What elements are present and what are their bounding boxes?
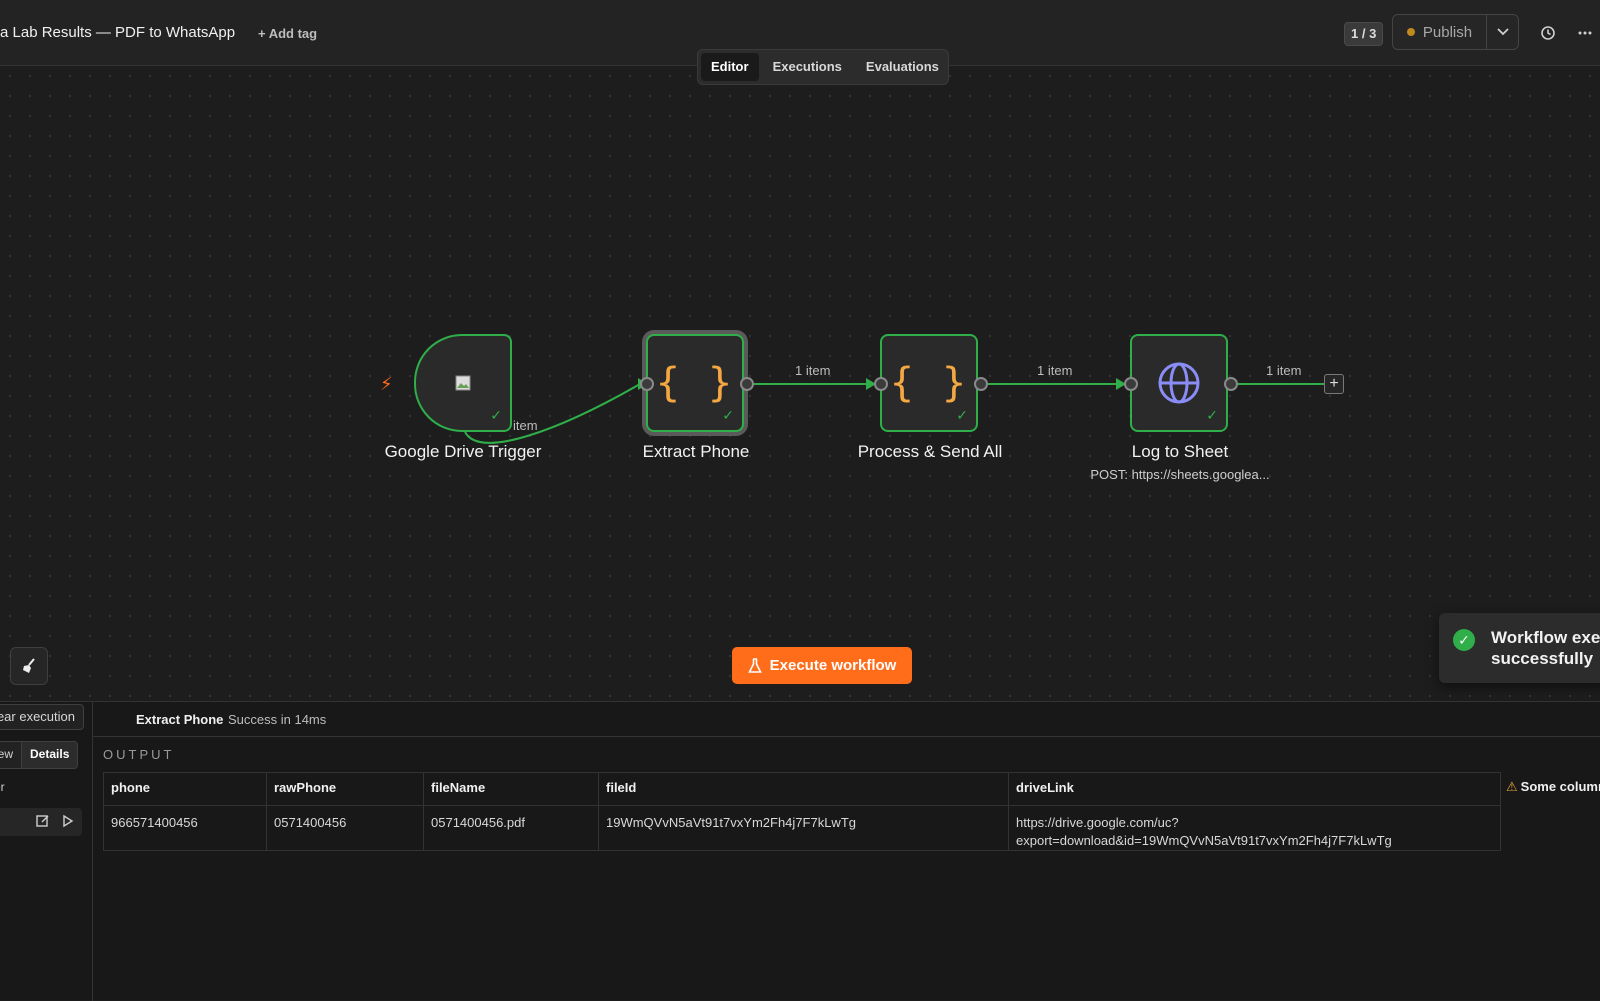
warning-label: Some column <box>1520 779 1600 794</box>
trigger-row[interactable] <box>0 808 82 836</box>
execute-workflow-button[interactable]: Execute workflow <box>732 647 912 684</box>
edge-item-count: 1 item <box>795 363 831 378</box>
toast-line: Workflow exe <box>1491 628 1600 647</box>
clear-execution-button[interactable]: ear execution <box>0 704 84 730</box>
node-extract-phone[interactable]: { } ✓ <box>646 334 744 432</box>
success-check-icon: ✓ <box>722 407 734 423</box>
view-tabs: Editor Executions Evaluations <box>697 49 949 85</box>
edge-item-count: 1 item <box>1037 363 1073 378</box>
success-check-icon: ✓ <box>1453 629 1475 651</box>
drive-link-line: https://drive.google.com/uc? <box>1016 815 1179 830</box>
drive-link-line: export=download&id=19WmQVvN5aVt91t7vxYm2… <box>1016 833 1392 848</box>
overview-tab[interactable]: view <box>0 742 21 768</box>
tab-evaluations[interactable]: Evaluations <box>856 53 949 81</box>
node-google-drive-trigger[interactable]: ✓ <box>414 334 512 432</box>
broom-icon <box>23 658 35 673</box>
column-header[interactable]: fileName <box>423 772 599 806</box>
column-header[interactable]: fileId <box>598 772 1009 806</box>
run-status: Success in 14ms <box>228 712 327 727</box>
trigger-bolt-icon: ⚡ <box>380 374 393 394</box>
success-check-icon: ✓ <box>490 407 502 423</box>
table-header-row: phone rawPhone fileName fileId driveLink <box>103 772 1501 806</box>
warning-icon: ⚠ <box>1506 779 1518 794</box>
node-log-to-sheet[interactable]: ✓ <box>1130 334 1228 432</box>
add-node-button[interactable]: + <box>1324 374 1344 394</box>
edit-icon[interactable] <box>36 814 50 831</box>
success-check-icon: ✓ <box>1206 407 1218 423</box>
output-port[interactable] <box>1224 377 1238 391</box>
output-table: phone rawPhone fileName fileId driveLink… <box>103 772 1501 851</box>
column-header[interactable]: driveLink <box>1008 772 1501 806</box>
edge-item-count: 1 item <box>1266 363 1302 378</box>
details-tab[interactable]: Details <box>21 742 78 768</box>
node-label: Process & Send All <box>857 442 1003 461</box>
hidden-columns-warning[interactable]: ⚠ Some column <box>1506 779 1600 795</box>
toast-message: Workflow exe successfully <box>1491 627 1600 669</box>
column-header[interactable]: rawPhone <box>266 772 424 806</box>
run-node-name: Extract Phone <box>136 712 224 727</box>
output-port[interactable] <box>974 377 988 391</box>
node-label: Google Drive Trigger <box>384 442 542 461</box>
table-cell[interactable]: 966571400456 <box>103 805 267 851</box>
panel-left-column: ear execution view Details er <box>0 702 93 1001</box>
table-cell[interactable]: 19WmQVvN5aVt91t7vxYm2Fh4j7F7kLwTg <box>598 805 1009 851</box>
column-header[interactable]: phone <box>103 772 267 806</box>
success-toast: ✓ Workflow exe successfully <box>1439 613 1600 683</box>
node-label: Extract Phone <box>642 442 750 461</box>
edge-item-count: item <box>513 418 538 433</box>
execute-workflow-label: Execute workflow <box>769 657 897 674</box>
flask-icon <box>747 657 762 673</box>
success-check-icon: ✓ <box>956 407 968 423</box>
output-port[interactable] <box>740 377 754 391</box>
node-label: Log to Sheet <box>1131 442 1229 461</box>
view-toggle: view Details <box>0 741 79 769</box>
input-port[interactable] <box>1124 377 1138 391</box>
table-row[interactable]: 966571400456 0571400456 0571400456.pdf 1… <box>103 805 1501 851</box>
toast-line: successfully <box>1491 649 1594 668</box>
input-port[interactable] <box>874 377 888 391</box>
output-heading: OUTPUT <box>103 747 175 762</box>
input-port[interactable] <box>640 377 654 391</box>
node-sublabel: POST: https://sheets.googlea... <box>1090 467 1270 482</box>
clear-canvas-tool-button[interactable] <box>10 647 48 685</box>
node-process-send-all[interactable]: { } ✓ <box>880 334 978 432</box>
trigger-row-label: er <box>0 780 5 794</box>
table-cell[interactable]: 0571400456.pdf <box>423 805 599 851</box>
play-icon[interactable] <box>62 814 74 831</box>
divider <box>93 736 1600 737</box>
table-cell[interactable]: 0571400456 <box>266 805 424 851</box>
tab-editor[interactable]: Editor <box>701 53 759 81</box>
tab-executions[interactable]: Executions <box>763 53 852 81</box>
table-cell-drive-link[interactable]: https://drive.google.com/uc? export=down… <box>1008 805 1501 851</box>
